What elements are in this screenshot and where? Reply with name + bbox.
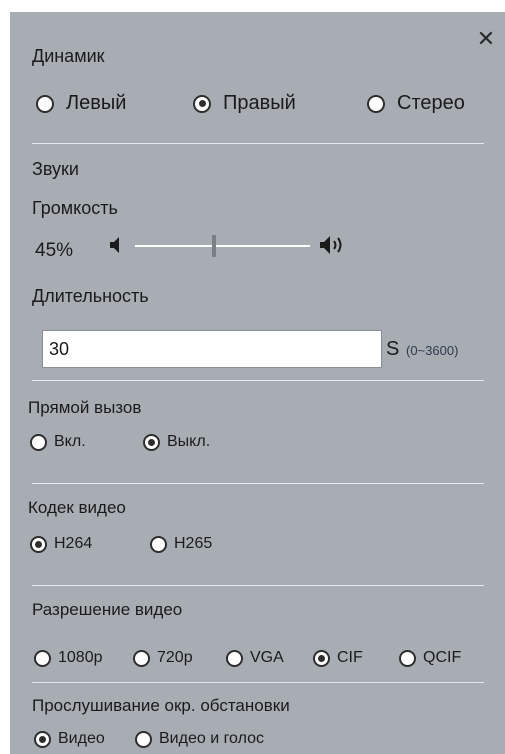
speaker-section-title: Динамик (32, 46, 105, 66)
settings-panel: ✕ Динамик Левый Правый Стерео Звуки Гром… (10, 12, 505, 754)
duration-unit: S (386, 338, 400, 360)
radio-circle (193, 94, 211, 113)
radio-circle (143, 433, 160, 451)
radio-label: Выкл. (167, 433, 211, 450)
radio-circle (399, 649, 416, 667)
radio-label: QCIF (423, 649, 462, 666)
close-icon[interactable]: ✕ (475, 28, 497, 50)
ambient-listen-section-title: Прослушивание окр. обстановки (32, 696, 290, 715)
radio-label: Стерео (397, 92, 465, 114)
radio-label: Видео и голос (159, 730, 265, 747)
radio-label: H264 (54, 535, 93, 552)
radio-circle (135, 730, 152, 748)
radio-circle (30, 433, 47, 451)
speaker-high-icon[interactable] (316, 233, 352, 257)
radio-circle (313, 649, 330, 667)
radio-direct-call-on[interactable]: Вкл. (30, 433, 86, 451)
direct-call-section-title: Прямой вызов (28, 398, 142, 417)
radio-circle (150, 535, 167, 553)
radio-speaker-stereo[interactable]: Стерео (367, 92, 465, 115)
radio-codec-h264[interactable]: H264 (30, 535, 92, 553)
radio-circle (367, 94, 385, 113)
video-codec-section-title: Кодек видео (28, 498, 126, 517)
radio-circle (34, 730, 51, 748)
radio-res-cif[interactable]: CIF (313, 649, 363, 667)
radio-speaker-right[interactable]: Правый (193, 92, 296, 115)
radio-label: Видео (58, 730, 105, 747)
volume-value: 45% (35, 240, 74, 261)
radio-circle (226, 649, 243, 667)
duration-label: Длительность (32, 286, 149, 306)
divider (32, 143, 484, 144)
volume-slider-track[interactable] (135, 245, 310, 247)
volume-label: Громкость (32, 198, 118, 218)
radio-label: Правый (223, 92, 296, 114)
duration-input[interactable]: 30 (42, 330, 382, 368)
radio-label: Левый (66, 92, 127, 114)
radio-res-qcif[interactable]: QCIF (399, 649, 461, 667)
radio-res-1080p[interactable]: 1080p (34, 649, 103, 667)
radio-circle (30, 535, 47, 553)
duration-range: (0~3600) (406, 343, 459, 358)
divider (32, 483, 484, 484)
radio-circle (133, 649, 150, 667)
radio-direct-call-off[interactable]: Выкл. (143, 433, 210, 451)
divider (32, 682, 484, 683)
radio-res-vga[interactable]: VGA (226, 649, 284, 667)
volume-slider-handle[interactable] (211, 235, 216, 257)
radio-speaker-left[interactable]: Левый (36, 92, 126, 115)
radio-circle (36, 94, 54, 113)
divider (32, 585, 484, 586)
sounds-section-title: Звуки (32, 159, 79, 179)
divider (32, 380, 484, 381)
radio-label: 720p (157, 649, 193, 666)
video-resolution-section-title: Разрешение видео (32, 600, 183, 619)
radio-label: H265 (174, 535, 213, 552)
radio-res-720p[interactable]: 720p (133, 649, 193, 667)
speaker-low-icon[interactable] (106, 234, 130, 256)
radio-listen-video[interactable]: Видео (34, 730, 105, 748)
radio-listen-video-voice[interactable]: Видео и голос (135, 730, 264, 748)
radio-label: Вкл. (54, 433, 86, 450)
radio-label: VGA (250, 649, 284, 666)
radio-label: 1080p (58, 649, 103, 666)
radio-codec-h265[interactable]: H265 (150, 535, 212, 553)
radio-label: CIF (337, 649, 363, 666)
radio-circle (34, 649, 51, 667)
